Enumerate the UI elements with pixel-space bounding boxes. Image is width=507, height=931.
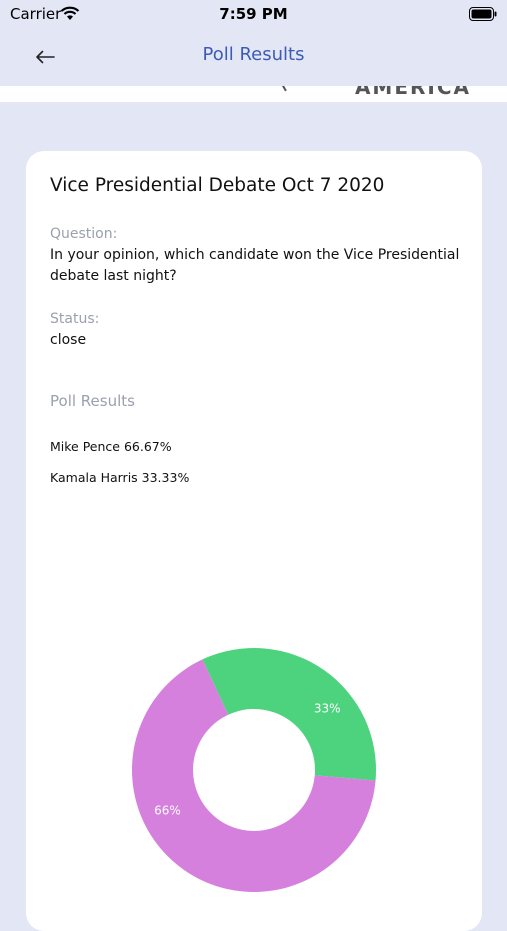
donut-label-mike-pence: 66% [154, 803, 181, 817]
banner-mark [280, 86, 292, 92]
status-bar: Carrier 7:59 PM [0, 0, 507, 28]
banner-text: AMERICA [354, 86, 471, 99]
battery-icon [469, 6, 497, 25]
donut-slice-kamala-harris [202, 648, 376, 781]
donut-label-kamala-harris: 33% [314, 702, 341, 716]
navigation-bar: Poll Results [0, 28, 507, 86]
page-title: Poll Results [202, 44, 305, 65]
clock: 7:59 PM [219, 5, 288, 23]
poll-card: Vice Presidential Debate Oct 7 2020 Ques… [26, 151, 482, 931]
banner-image: AMERICA [0, 86, 507, 102]
donut-chart: 33% 66% [131, 648, 376, 892]
